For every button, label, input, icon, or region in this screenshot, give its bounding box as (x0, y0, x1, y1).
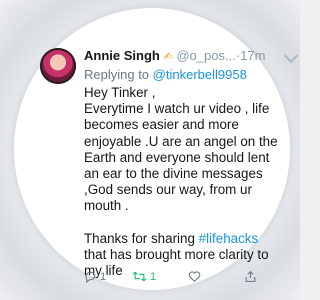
share-button[interactable] (244, 270, 257, 283)
reply-prefix: Replying to (84, 67, 150, 82)
reply-button[interactable]: 1 (84, 270, 106, 283)
retweet-button[interactable]: 1 (132, 270, 156, 283)
like-icon (188, 271, 201, 283)
author-name[interactable]: Annie Singh (84, 48, 160, 63)
writing-hand-icon: ✍ (163, 51, 173, 63)
retweet-icon (132, 271, 147, 282)
tweet-line-1: Hey Tinker , (84, 85, 156, 100)
tweet-header: Annie Singh ✍ @o_pos...·17m (84, 48, 299, 64)
reply-count: 1 (100, 270, 107, 283)
retweet-count: 1 (150, 270, 157, 283)
hashtag-link[interactable]: #lifehacks (199, 231, 259, 246)
like-button[interactable] (188, 270, 201, 283)
author-handle[interactable]: @o_pos... (176, 48, 235, 63)
reply-mention-link[interactable]: @tinkerbell9958 (153, 67, 247, 82)
tweet-line-2: Everytime I watch ur video , life become… (84, 101, 278, 214)
tweet-actions: 1 1 (84, 270, 274, 286)
avatar[interactable] (40, 48, 76, 84)
reply-icon (85, 271, 96, 283)
share-icon (245, 270, 256, 282)
tweet-time[interactable]: 17m (240, 48, 265, 63)
replying-to: Replying to @tinkerbell9958 (84, 67, 247, 82)
tweet-text-before-hashtag: Thanks for sharing (84, 230, 199, 246)
tweet-body: Hey Tinker , Everytime I watch ur video … (84, 85, 284, 279)
